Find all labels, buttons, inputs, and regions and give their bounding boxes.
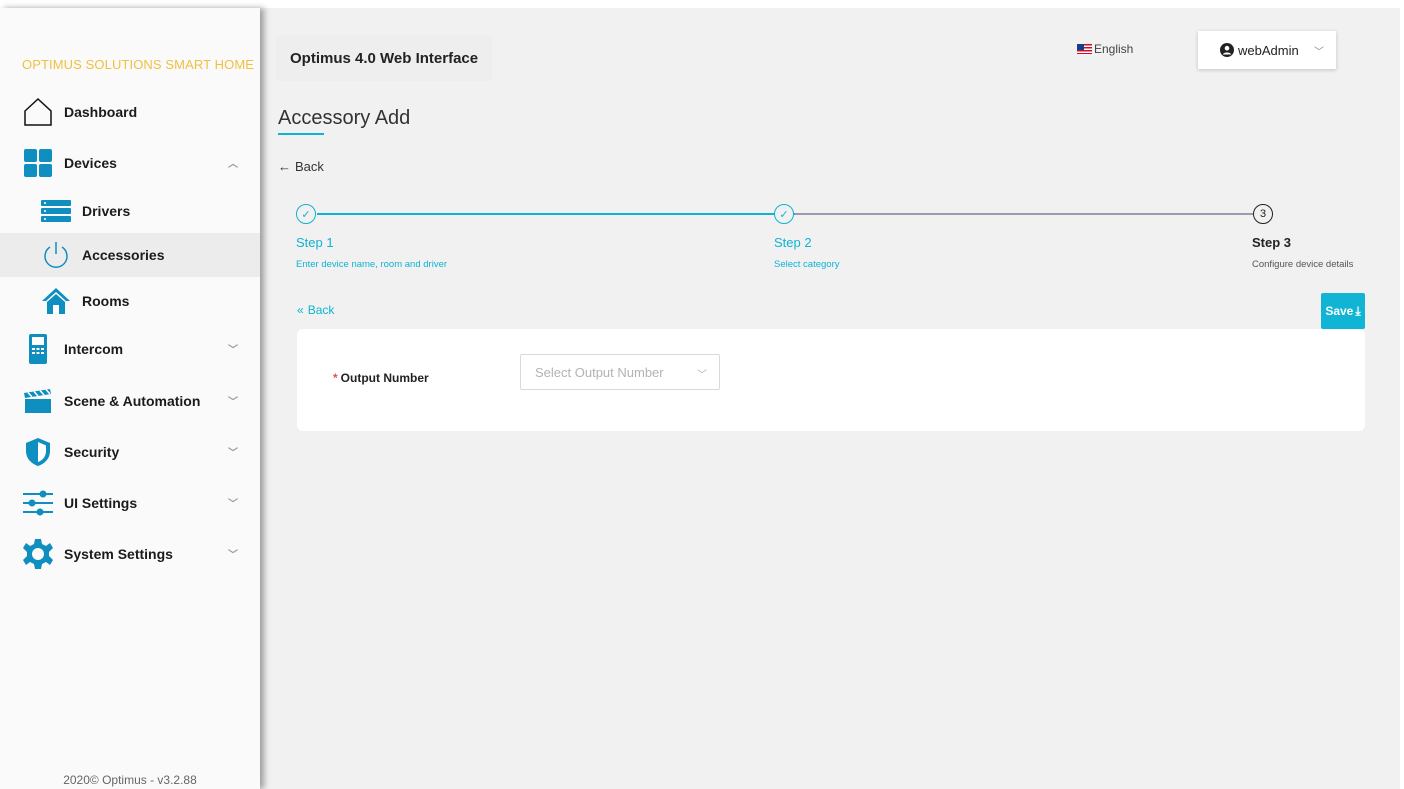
app-title: Optimus 4.0 Web Interface <box>276 35 493 81</box>
step-connector-1 <box>317 213 795 215</box>
sidebar-item-devices[interactable]: Devices ︿ <box>0 141 260 185</box>
chevron-up-icon: ︿ <box>228 159 238 170</box>
step-2-check-icon: ✓ <box>774 204 794 224</box>
step-2-title: Step 2 <box>774 235 812 250</box>
sidebar-item-label: Security <box>64 444 120 460</box>
page-title: Accessory Add <box>278 107 411 129</box>
chevron-down-icon: ﹀ <box>228 499 238 510</box>
sidebar-item-label: Devices <box>64 155 117 171</box>
chevron-down-icon: ﹀ <box>1314 47 1324 58</box>
chevron-down-icon: ﹀ <box>697 370 707 381</box>
download-icon: ⤓ <box>1355 303 1361 318</box>
main-content: Optimus 4.0 Web Interface English webAdm… <box>260 8 1400 789</box>
back-label: Back <box>295 159 324 174</box>
us-flag-icon <box>1077 44 1092 54</box>
back-button[interactable]: ← Back <box>278 159 324 174</box>
shield-icon <box>22 436 54 468</box>
step-1-title: Step 1 <box>296 235 334 250</box>
chevron-down-icon: ﹀ <box>228 345 238 356</box>
step-1-desc: Enter device name, room and driver <box>296 259 448 270</box>
home-icon <box>40 285 72 317</box>
sidebar-item-scene-automation[interactable]: Scene & Automation ﹀ <box>0 379 260 423</box>
sidebar-item-label: System Settings <box>64 546 173 562</box>
step-connector-2 <box>795 213 1273 215</box>
device-details-card: * Output Number Select Output Number ﹀ <box>297 329 1365 431</box>
step-2-desc: Select category <box>774 259 840 270</box>
sidebar-item-drivers[interactable]: Drivers <box>0 189 260 233</box>
sidebar-item-ui-settings[interactable]: UI Settings ﹀ <box>0 481 260 525</box>
sidebar-footer: 2020© Optimus - v3.2.88 <box>63 773 197 787</box>
sidebar-item-label: Dashboard <box>64 104 138 120</box>
save-label: Save <box>1325 304 1354 318</box>
chevron-down-icon: ﹀ <box>228 397 238 408</box>
step-back-label: Back <box>307 303 335 317</box>
step-1-check-icon: ✓ <box>296 204 316 224</box>
sidebar-item-rooms[interactable]: Rooms <box>0 279 260 323</box>
sidebar-item-system-settings[interactable]: System Settings ﹀ <box>0 532 260 576</box>
save-button[interactable]: Save ⤓ <box>1321 293 1365 329</box>
output-number-placeholder: Select Output Number <box>535 364 664 380</box>
app-frame: OPTIMUS SOLUTIONS SMART HOME Dashboard D… <box>0 0 1404 789</box>
sidebar-item-intercom[interactable]: Intercom ﹀ <box>0 327 260 371</box>
power-icon <box>40 239 72 271</box>
chevron-down-icon: ﹀ <box>228 448 238 459</box>
sidebar: OPTIMUS SOLUTIONS SMART HOME Dashboard D… <box>0 8 260 789</box>
house-icon <box>22 96 54 128</box>
title-underline <box>278 133 324 135</box>
sidebar-item-label: Accessories <box>82 247 165 263</box>
required-asterisk: * <box>333 371 338 385</box>
gear-icon <box>22 538 54 570</box>
step-3-title: Step 3 <box>1252 235 1292 250</box>
sidebar-item-security[interactable]: Security ﹀ <box>0 430 260 474</box>
sidebar-item-label: Drivers <box>82 203 131 219</box>
user-menu[interactable]: webAdmin ﹀ <box>1198 31 1336 69</box>
steps-progress: ✓ ✓ 3 Step 1 Enter device name, room and… <box>296 204 1364 284</box>
user-name: webAdmin <box>1238 42 1299 58</box>
arrow-left-icon: ← <box>278 159 291 174</box>
double-chevron-left-icon: « <box>297 303 304 317</box>
sliders-icon <box>22 487 54 519</box>
user-icon <box>1220 43 1234 57</box>
sidebar-item-label: Scene & Automation <box>64 393 201 409</box>
sidebar-item-dashboard[interactable]: Dashboard <box>0 90 260 134</box>
step-3-number: 3 <box>1253 204 1273 224</box>
language-label: English <box>1094 42 1134 56</box>
chevron-down-icon: ﹀ <box>228 550 238 561</box>
grid-icon <box>22 147 54 179</box>
output-number-label-text: Output Number <box>340 371 429 385</box>
clapperboard-icon <box>22 385 54 417</box>
sidebar-item-label: Intercom <box>64 341 124 357</box>
language-selector[interactable]: English <box>1077 42 1133 56</box>
step-3-desc: Configure device details <box>1252 259 1354 270</box>
sidebar-item-label: UI Settings <box>64 495 138 511</box>
sidebar-item-label: Rooms <box>82 293 130 309</box>
output-number-select[interactable]: Select Output Number ﹀ <box>520 354 720 390</box>
intercom-icon <box>22 333 54 365</box>
output-number-label: * Output Number <box>333 371 429 385</box>
sidebar-item-accessories[interactable]: Accessories <box>0 233 260 277</box>
server-icon <box>40 195 72 227</box>
brand-name: OPTIMUS SOLUTIONS SMART HOME <box>22 57 255 72</box>
step-back-button[interactable]: « Back <box>297 303 334 317</box>
